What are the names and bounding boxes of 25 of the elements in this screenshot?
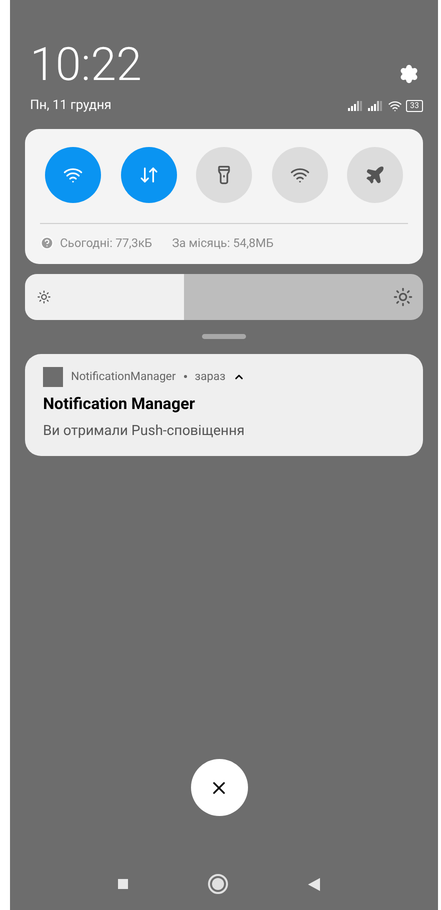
high-brightness-icon <box>393 286 413 306</box>
settings-icon[interactable] <box>399 64 419 84</box>
notification-title: Notification Manager <box>43 392 196 414</box>
home-button[interactable] <box>208 874 228 894</box>
wifi-icon <box>388 98 402 113</box>
signal-icon <box>348 100 364 111</box>
battery-indicator: 33 <box>406 100 423 112</box>
back-button[interactable] <box>308 878 320 890</box>
signal-icon <box>368 100 384 111</box>
notification-time: зараз <box>194 368 226 385</box>
date-text: Пн, 11 грудня <box>30 97 112 115</box>
arrows-icon <box>138 164 158 184</box>
airplane-icon <box>365 164 385 184</box>
notification-card[interactable]: NotificationManager зараз Notification Manager Ви отримали Push-сповіщення <box>25 354 423 456</box>
drag-handle[interactable] <box>202 334 246 338</box>
usage-month: За місяць: 54,8МБ <box>172 234 274 252</box>
app-icon <box>43 366 63 386</box>
brightness-slider[interactable] <box>25 274 423 320</box>
help-icon <box>40 236 54 250</box>
usage-today: Сьогодні: 77,3кБ <box>60 234 152 252</box>
notification-text: Ви отримали Push-сповіщення <box>43 422 246 440</box>
clock-time: 10:22 <box>30 42 142 88</box>
notification-app-name: NotificationManager <box>71 368 176 385</box>
low-brightness-icon <box>37 290 51 304</box>
dot-separator <box>184 375 187 378</box>
